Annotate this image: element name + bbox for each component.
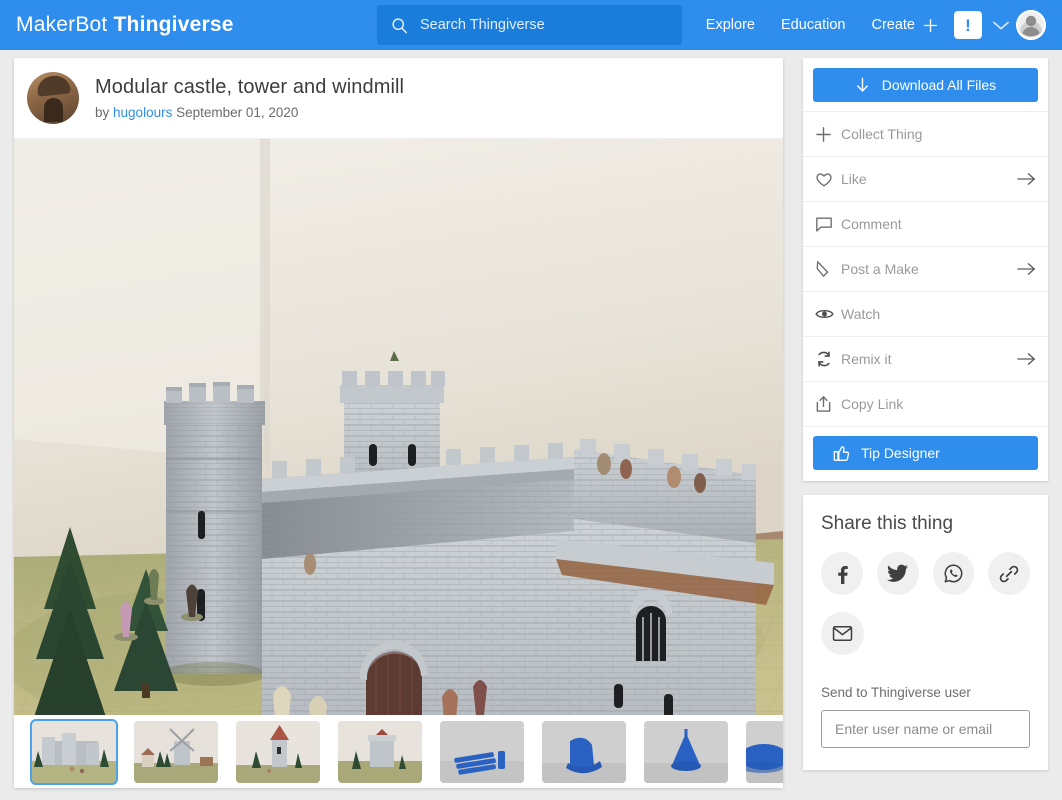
actions-card: Download All Files Collect Thing Like Co… bbox=[803, 58, 1048, 481]
whatsapp-icon[interactable] bbox=[932, 552, 975, 595]
thing-header: Modular castle, tower and windmill by hu… bbox=[14, 58, 783, 139]
like-action[interactable]: Like bbox=[803, 156, 1048, 201]
comment-icon bbox=[815, 216, 841, 232]
alert-icon[interactable]: ! bbox=[954, 11, 982, 39]
tip-designer-label: Tip Designer bbox=[861, 445, 940, 461]
header-nav: Explore Education Create ! bbox=[693, 0, 1050, 50]
copy-link-label: Copy Link bbox=[841, 396, 904, 412]
remix-icon bbox=[815, 350, 841, 368]
eye-icon bbox=[815, 307, 841, 321]
like-label: Like bbox=[841, 171, 867, 187]
email-icon[interactable] bbox=[821, 612, 864, 655]
search-placeholder-text: Search Thingiverse bbox=[420, 17, 545, 33]
search-icon bbox=[391, 17, 408, 34]
arrow-right-icon bbox=[1017, 352, 1036, 366]
comment-label: Comment bbox=[841, 216, 902, 232]
download-icon bbox=[855, 77, 870, 94]
page-title: Modular castle, tower and windmill bbox=[95, 76, 405, 98]
heart-icon bbox=[815, 171, 841, 188]
copy-link-icon bbox=[815, 395, 841, 413]
author-link[interactable]: hugolours bbox=[113, 105, 172, 120]
tip-designer-button[interactable]: Tip Designer bbox=[813, 436, 1038, 470]
remix-it-action[interactable]: Remix it bbox=[803, 336, 1048, 381]
plus-icon bbox=[815, 126, 841, 143]
plus-icon bbox=[922, 17, 939, 34]
thing-main-card: Modular castle, tower and windmill by hu… bbox=[14, 58, 783, 788]
thumbnail-6[interactable] bbox=[644, 720, 728, 783]
facebook-icon[interactable] bbox=[821, 552, 863, 595]
social-row-primary bbox=[821, 552, 1030, 595]
brand-makerbot: MakerBot bbox=[16, 13, 108, 36]
thumbnail-7[interactable] bbox=[746, 720, 783, 783]
copy-link-action[interactable]: Copy Link bbox=[803, 381, 1048, 426]
brand-logo[interactable]: MakerBot Thingiverse bbox=[16, 13, 234, 37]
thumbnail-0[interactable] bbox=[30, 718, 118, 785]
thing-byline: by hugolours September 01, 2020 bbox=[95, 105, 404, 120]
download-all-files-button[interactable]: Download All Files bbox=[813, 68, 1038, 102]
thumbnail-strip[interactable] bbox=[14, 715, 783, 788]
download-wrap: Download All Files bbox=[803, 58, 1048, 111]
site-header: MakerBot Thingiverse Search Thingiverse … bbox=[0, 0, 1062, 50]
thumbnail-2[interactable] bbox=[236, 720, 320, 783]
remix-it-label: Remix it bbox=[841, 351, 892, 367]
avatar[interactable] bbox=[1016, 10, 1046, 40]
nav-education[interactable]: Education bbox=[768, 17, 859, 33]
download-label: Download All Files bbox=[881, 77, 997, 93]
watch-action[interactable]: Watch bbox=[803, 291, 1048, 336]
link-icon[interactable] bbox=[988, 552, 1030, 595]
publish-date: September 01, 2020 bbox=[176, 105, 299, 120]
post-a-make-action[interactable]: Post a Make bbox=[803, 246, 1048, 291]
alert-label: ! bbox=[965, 15, 971, 35]
search-input[interactable]: Search Thingiverse bbox=[377, 5, 682, 45]
right-sidebar: Download All Files Collect Thing Like Co… bbox=[803, 58, 1048, 770]
share-title: Share this thing bbox=[821, 513, 954, 534]
nav-explore[interactable]: Explore bbox=[693, 17, 768, 33]
send-to-user-label: Send to Thingiverse user bbox=[821, 685, 971, 700]
thumbs-up-icon bbox=[833, 445, 850, 462]
post-a-make-label: Post a Make bbox=[841, 261, 919, 277]
nav-create-label: Create bbox=[871, 17, 915, 33]
twitter-icon[interactable] bbox=[876, 552, 919, 595]
social-row-secondary bbox=[821, 612, 1030, 655]
collect-thing-action[interactable]: Collect Thing bbox=[803, 111, 1048, 156]
thumbnail-3[interactable] bbox=[338, 720, 422, 783]
chevron-down-icon[interactable] bbox=[992, 20, 1010, 31]
by-label: by bbox=[95, 105, 110, 120]
share-card: Share this thing Send to Thingiverse use… bbox=[803, 495, 1048, 770]
author-avatar[interactable] bbox=[27, 72, 79, 124]
thumbnail-1[interactable] bbox=[134, 720, 218, 783]
collect-thing-label: Collect Thing bbox=[841, 126, 923, 142]
tip-wrap: Tip Designer bbox=[803, 426, 1048, 481]
main-image[interactable] bbox=[14, 139, 783, 715]
watch-label: Watch bbox=[841, 306, 881, 322]
arrow-right-icon bbox=[1017, 172, 1036, 186]
arrow-right-icon bbox=[1017, 262, 1036, 276]
comment-action[interactable]: Comment bbox=[803, 201, 1048, 246]
send-to-user-input[interactable] bbox=[821, 710, 1030, 748]
thumbnail-5[interactable] bbox=[542, 720, 626, 783]
brand-thingiverse: Thingiverse bbox=[113, 13, 234, 36]
make-icon bbox=[815, 260, 841, 278]
thumbnail-4[interactable] bbox=[440, 720, 524, 783]
nav-create[interactable]: Create bbox=[858, 17, 948, 34]
